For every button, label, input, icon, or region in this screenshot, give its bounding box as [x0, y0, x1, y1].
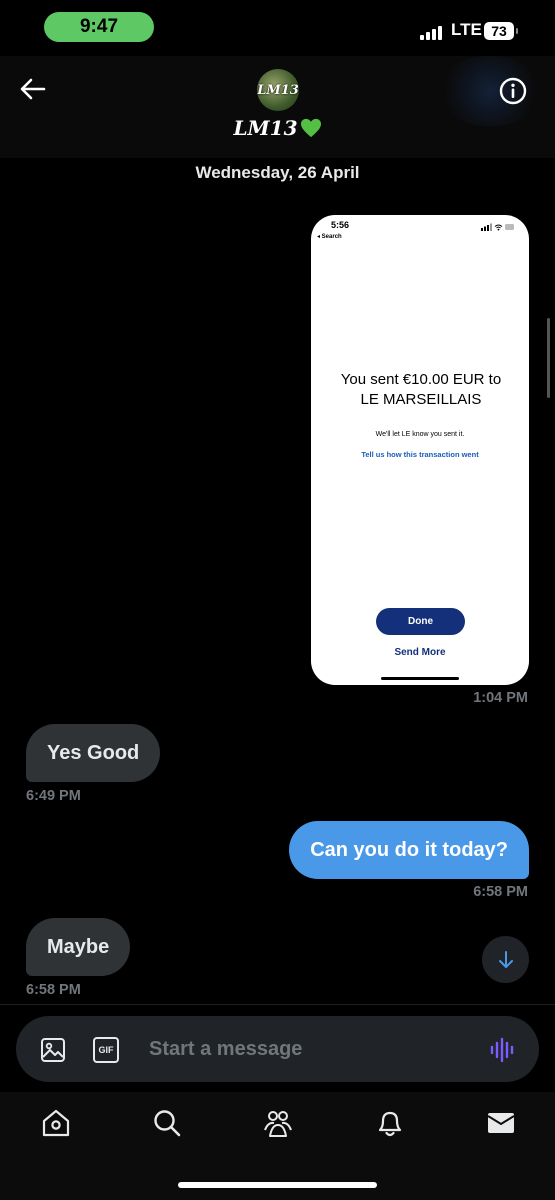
screenshot-subtext: We'll let LE know you sent it. [375, 431, 465, 438]
status-bar: 9:47 LTE 73 [0, 0, 555, 56]
green-heart-icon [300, 118, 321, 138]
messages-icon[interactable] [486, 1108, 516, 1138]
screenshot-link: Tell us how this transaction went [361, 450, 479, 459]
composer-bar: GIF Start a message [0, 1004, 555, 1092]
screenshot-done-button: Done [376, 608, 465, 635]
network-type: LTE [451, 20, 482, 39]
notifications-icon[interactable] [375, 1108, 405, 1138]
screenshot-headline: You sent €10.00 EUR to LE MARSEILLAIS [340, 371, 502, 408]
message-bubble-outgoing[interactable]: Can you do it today? [289, 821, 529, 879]
battery-icon: 73 [484, 22, 518, 40]
battery-level: 73 [491, 23, 507, 39]
message-timestamp: 6:49 PM [26, 788, 81, 804]
image-icon[interactable] [40, 1037, 66, 1063]
avatar[interactable]: LM13 [257, 69, 299, 111]
contact-name-text: LM13 [233, 116, 298, 140]
avatar-text: LM13 [257, 82, 299, 98]
image-message-timestamp: 1:04 PM [473, 690, 528, 706]
bottom-navigation [0, 1092, 555, 1200]
message-input[interactable]: Start a message [149, 1038, 302, 1061]
image-message[interactable]: 5:56 ◂ Search You sent €10.00 EUR to LE … [311, 215, 529, 685]
back-arrow-icon[interactable] [16, 72, 50, 106]
search-icon[interactable] [152, 1108, 182, 1138]
signal-icon [420, 24, 446, 40]
message-timestamp: 6:58 PM [473, 884, 528, 900]
message-bubble-incoming[interactable]: Maybe [26, 918, 131, 976]
message-bubble-incoming[interactable]: Yes Good [26, 724, 161, 782]
contact-name[interactable]: LM13 [0, 116, 555, 140]
scrollbar[interactable] [547, 318, 550, 398]
screenshot-back-label: ◂ Search [317, 234, 342, 240]
message-composer[interactable]: GIF Start a message [16, 1016, 539, 1082]
voice-icon[interactable] [489, 1037, 515, 1063]
gif-label: GIF [98, 1045, 114, 1055]
home-indicator[interactable] [178, 1182, 377, 1188]
arrow-down-icon [498, 950, 513, 968]
info-icon[interactable] [498, 76, 528, 106]
gif-icon[interactable]: GIF [93, 1037, 119, 1063]
communities-icon[interactable] [263, 1108, 293, 1138]
home-icon[interactable] [41, 1108, 71, 1138]
conversation-header: LM13 LM13 [0, 56, 555, 158]
screenshot-time: 5:56 [331, 220, 350, 230]
date-separator: Wednesday, 26 April [195, 163, 360, 182]
status-time: 9:47 [44, 12, 154, 42]
screenshot-send-more: Send More [394, 647, 446, 658]
message-timestamp: 6:58 PM [26, 982, 81, 998]
screenshot-status-icons [481, 223, 514, 231]
scroll-to-bottom-button[interactable] [482, 936, 529, 983]
